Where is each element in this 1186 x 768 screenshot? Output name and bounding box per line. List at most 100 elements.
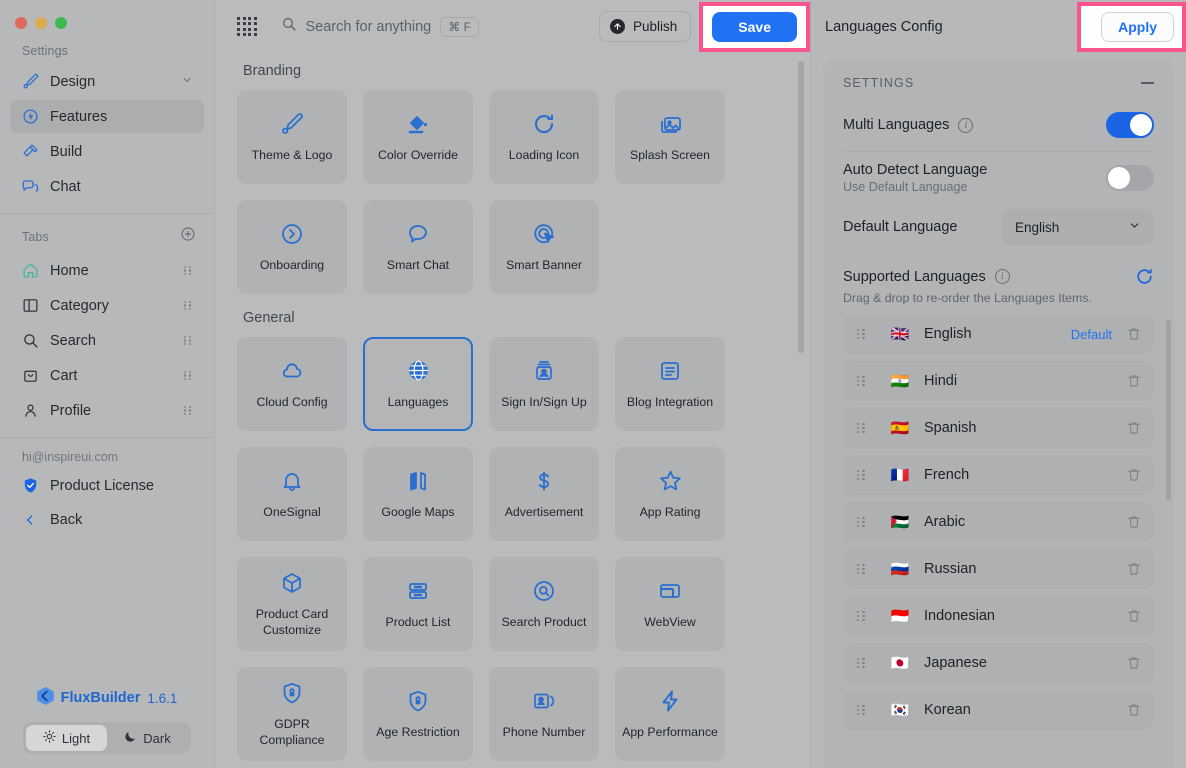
delete-icon[interactable] [1126,373,1142,389]
feature-card-advertisement[interactable]: Advertisement [489,447,599,541]
default-language-value: English [1015,219,1060,235]
globe-icon [406,358,431,384]
feature-card-theme-logo[interactable]: Theme & Logo [237,90,347,184]
list-item[interactable]: 🇬🇧 English Default [843,314,1154,354]
list-item[interactable]: 🇮🇩 Indonesian [843,596,1154,636]
feature-card-gdpr-compliance[interactable]: GDPR Compliance [237,667,347,761]
feature-card-product-list[interactable]: Product List [363,557,473,651]
minimize-window-button[interactable] [35,17,47,29]
drag-handle-icon[interactable] [184,370,193,381]
feature-card-search-product[interactable]: Search Product [489,557,599,651]
delete-icon[interactable] [1126,326,1142,342]
sidebar-item-product-license[interactable]: Product License [10,469,204,502]
flag-icon: 🇵🇸 [890,513,910,531]
feature-card-app-rating[interactable]: App Rating [615,447,725,541]
feature-card-cloud-config[interactable]: Cloud Config [237,337,347,431]
delete-icon[interactable] [1126,655,1142,671]
drag-handle-icon[interactable] [857,422,866,434]
delete-icon[interactable] [1126,608,1142,624]
list-item[interactable]: 🇰🇷 Korean [843,690,1154,730]
maximize-window-button[interactable] [55,17,67,29]
feature-card-app-performance[interactable]: App Performance [615,667,725,761]
list-item[interactable]: 🇮🇳 Hindi [843,361,1154,401]
drag-handle-icon[interactable] [857,328,866,340]
sidebar-item-label: Design [50,73,96,90]
publish-button[interactable]: Publish [599,11,692,42]
sidebar-item-chat[interactable]: Chat [10,170,204,203]
drag-handle-icon[interactable] [184,335,193,346]
save-button[interactable]: Save [712,11,797,42]
branding-cards: Theme & Logo Color Override Loading Icon [237,90,810,294]
drag-handle-icon[interactable] [857,657,866,669]
collapse-icon[interactable] [1141,82,1154,84]
content-scrollbar[interactable] [798,61,804,353]
info-icon[interactable]: i [958,117,974,133]
brand-block: FluxBuilder 1.6.1 [36,687,177,709]
feature-card-phone-number[interactable]: Phone Number [489,667,599,761]
feature-card-languages[interactable]: Languages [363,337,473,431]
drag-handle-icon[interactable] [857,704,866,716]
drag-handle-icon[interactable] [857,563,866,575]
drag-handle-icon[interactable] [857,516,866,528]
auto-detect-toggle[interactable] [1106,165,1154,191]
list-item[interactable]: 🇯🇵 Japanese [843,643,1154,683]
drag-handle-icon[interactable] [184,265,193,276]
feature-card-webview[interactable]: WebView [615,557,725,651]
feature-card-age-restriction[interactable]: Age Restriction [363,667,473,761]
feature-card-onboarding[interactable]: Onboarding [237,200,347,294]
feature-card-product-card-customize[interactable]: Product Card Customize [237,557,347,651]
search-input[interactable]: Search for anything ⌘ F [281,16,479,37]
list-item[interactable]: 🇪🇸 Spanish [843,408,1154,448]
refresh-icon[interactable] [1135,267,1154,286]
drag-handle-icon[interactable] [857,610,866,622]
feature-card-smart-banner[interactable]: Smart Banner [489,200,599,294]
delete-icon[interactable] [1126,561,1142,577]
drag-handle-icon[interactable] [184,300,193,311]
sidebar-item-build[interactable]: Build [10,135,204,168]
delete-icon[interactable] [1126,702,1142,718]
sidebar-tab-cart[interactable]: Cart [10,359,204,392]
multi-languages-toggle[interactable] [1106,112,1154,138]
sidebar-tab-search[interactable]: Search [10,324,204,357]
settings-divider [843,151,1154,152]
config-panel-title: Languages Config [825,18,943,35]
sidebar-tab-category[interactable]: Category [10,289,204,322]
feature-card-color-override[interactable]: Color Override [363,90,473,184]
drag-handle-icon[interactable] [857,469,866,481]
feature-card-splash-screen[interactable]: Splash Screen [615,90,725,184]
feature-card-onesignal[interactable]: OneSignal [237,447,347,541]
theme-switcher[interactable]: Light Dark [23,722,191,754]
sidebar-item-back[interactable]: Back [10,503,204,536]
list-item[interactable]: 🇷🇺 Russian [843,549,1154,589]
feature-card-label: Blog Integration [626,394,714,409]
sidebar-tab-profile[interactable]: Profile [10,394,204,427]
info-icon[interactable]: i [994,269,1010,284]
sidebar-tab-label: Search [50,332,96,349]
sidebar-item-features[interactable]: Features [10,100,204,133]
add-tab-icon[interactable] [180,226,196,247]
feature-card-google-maps[interactable]: Google Maps [363,447,473,541]
chevron-down-icon[interactable] [181,74,193,90]
dollar-icon [532,468,556,494]
delete-icon[interactable] [1126,514,1142,530]
brush-icon [21,73,39,91]
feature-card-blog-integration[interactable]: Blog Integration [615,337,725,431]
sidebar-tab-home[interactable]: Home [10,254,204,287]
feature-card-sign-in-sign-up[interactable]: Sign In/Sign Up [489,337,599,431]
apps-grid-icon[interactable] [237,16,257,37]
sidebar-item-design[interactable]: Design [10,65,204,98]
default-language-select[interactable]: English [1002,209,1154,245]
feature-card-loading-icon[interactable]: Loading Icon [489,90,599,184]
panel-scrollbar[interactable] [1166,320,1171,500]
theme-option-light[interactable]: Light [26,725,107,751]
delete-icon[interactable] [1126,467,1142,483]
theme-option-dark[interactable]: Dark [107,725,188,751]
drag-handle-icon[interactable] [857,375,866,387]
apply-button[interactable]: Apply [1101,11,1174,42]
list-item[interactable]: 🇵🇸 Arabic [843,502,1154,542]
drag-handle-icon[interactable] [184,405,193,416]
close-window-button[interactable] [15,17,27,29]
feature-card-smart-chat[interactable]: Smart Chat [363,200,473,294]
delete-icon[interactable] [1126,420,1142,436]
list-item[interactable]: 🇫🇷 French [843,455,1154,495]
